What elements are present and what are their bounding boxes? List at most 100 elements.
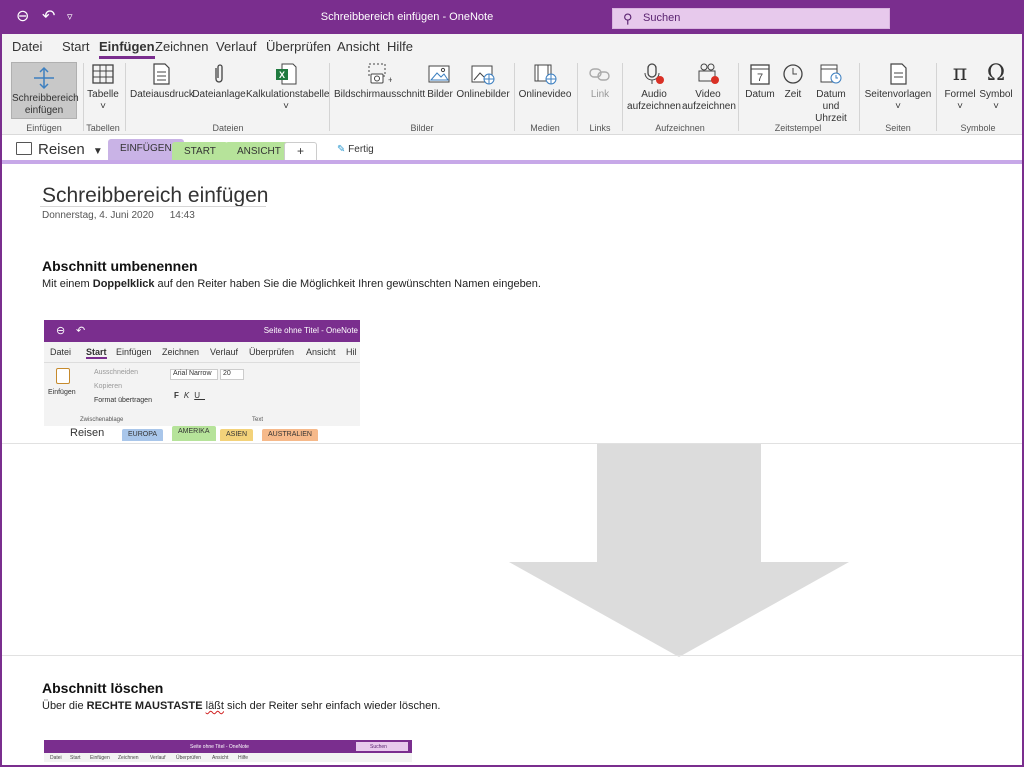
dateianlage-button[interactable]: Dateianlage — [192, 62, 246, 101]
menu-zeichnen[interactable]: Zeichnen — [155, 39, 208, 54]
audio-record-icon — [644, 63, 664, 84]
formel-button[interactable]: π Formel ˅ — [942, 62, 978, 113]
emb-menu: Hil — [346, 347, 357, 357]
rename-paragraph: Mit einem Doppelklick auf den Reiter hab… — [42, 278, 541, 290]
notebook-dropdown[interactable]: Reisen ▼ — [16, 141, 103, 158]
time-text: 14:43 — [169, 210, 195, 221]
group-einfuegen: Einfügen — [26, 123, 62, 133]
section-tab-bar: Reisen ▼ EINFÜGEN START ANSICHT + ✎ Fert… — [2, 135, 1022, 164]
datum-button[interactable]: 7 Datum — [742, 62, 778, 101]
embedded-title: Seite ohne Titel - OneNote — [263, 326, 358, 335]
kalkulationstabelle-button[interactable]: X Kalkulationstabelle ˅ — [246, 62, 330, 113]
emb-menu: Einfügen — [90, 755, 110, 761]
group-dateien: Dateien — [212, 123, 244, 133]
emb-menu: Überprüfen — [176, 755, 202, 761]
group-seiten: Seiten — [885, 123, 911, 133]
pen-icon: ✎ — [337, 144, 346, 155]
section-tab-start[interactable]: START — [172, 142, 228, 160]
bilder-button[interactable]: Bilder — [424, 62, 456, 101]
chevron-down-icon: ˅ — [993, 101, 999, 112]
emb-menu: Überprüfen — [249, 347, 295, 357]
group-tabellen: Tabellen — [86, 123, 120, 133]
bilder-label: Bilder — [427, 89, 453, 100]
seitenvorlagen-button[interactable]: Seitenvorlagen ˅ — [864, 62, 932, 113]
tabelle-button[interactable]: Tabelle ˅ — [86, 62, 120, 113]
bildschirmausschnitt-button[interactable]: + Bildschirmausschnitt — [334, 62, 426, 101]
emb-menu: Hilfe — [238, 755, 249, 761]
svg-text:7: 7 — [757, 72, 763, 84]
pi-icon: π — [952, 61, 968, 86]
menu-ansicht[interactable]: Ansicht — [337, 39, 380, 54]
copy-label: Kopieren — [94, 383, 123, 390]
divider — [514, 63, 515, 131]
page-title[interactable]: Schreibbereich einfügen — [42, 184, 269, 208]
clock-icon — [783, 64, 803, 84]
group-links: Links — [589, 123, 611, 133]
online-video-icon — [534, 64, 557, 85]
quick-access-dropdown-icon[interactable]: ▿ — [67, 8, 73, 26]
bildschirmausschnitt-label: Bildschirmausschnitt — [334, 89, 426, 100]
onlinevideo-button[interactable]: Onlinevideo — [518, 62, 572, 101]
ribbon-tabs: Datei Start Einfügen Zeichnen Verlauf Üb… — [2, 34, 1022, 59]
dateiausdruck-button[interactable]: Dateiausdruck — [130, 62, 194, 101]
menu-hilfe[interactable]: Hilfe — [387, 39, 413, 54]
zeit-button[interactable]: Zeit — [778, 62, 808, 101]
section-tab-ansicht[interactable]: ANSICHT — [225, 142, 293, 160]
spellcheck-word[interactable]: läßt — [206, 700, 224, 712]
video-aufzeichnen-button[interactable]: Video aufzeichnen — [682, 62, 736, 113]
menu-einfuegen[interactable]: Einfügen — [99, 39, 155, 59]
group-label: Zwischenablage — [80, 417, 124, 423]
group-medien: Medien — [530, 123, 560, 133]
delete-paragraph: Über die RECHTE MAUSTASTE läßt sich der … — [42, 700, 440, 712]
menu-ueberpruefen[interactable]: Überprüfen — [266, 39, 331, 54]
link-label: Link — [590, 89, 610, 100]
back-icon[interactable]: ⊖ — [16, 8, 29, 26]
schreibbereich-einfuegen-button[interactable]: Schreibbereich einfügen — [11, 62, 79, 119]
screen-clipping-icon: + — [368, 63, 392, 85]
pictures-icon — [428, 65, 450, 83]
onlinebilder-button[interactable]: Onlinebilder — [456, 62, 510, 101]
group-zeitstempel: Zeitstempel — [774, 123, 822, 133]
emb-section-tab: EUROPA — [122, 429, 164, 441]
attachment-icon — [215, 64, 223, 83]
link-icon — [589, 68, 610, 81]
emb-menu: Start — [86, 347, 107, 359]
symbol-label: Symbol — [979, 89, 1013, 100]
page-canvas[interactable]: Schreibbereich einfügen Donnerstag, 4. J… — [2, 164, 1022, 765]
chevron-down-icon: ˅ — [100, 101, 106, 112]
page-templates-icon — [890, 63, 907, 85]
embedded-title-bar: Seite ohne Titel - OneNote Suchen — [44, 740, 412, 753]
menu-start[interactable]: Start — [62, 39, 89, 54]
embedded-screenshot: ⊖ ↶ Seite ohne Titel - OneNote Datei Sta… — [44, 320, 360, 441]
status-indicator: ✎ Fertig — [337, 144, 374, 155]
format-label: Format übertragen — [94, 397, 152, 404]
embedded-menu: Datei Start Einfügen Zeichnen Verlauf Üb… — [44, 753, 412, 762]
datum-und-uhrzeit-button[interactable]: Datum und Uhrzeit — [808, 62, 854, 125]
schreibbereich-label: Schreibbereich einfügen — [12, 93, 79, 116]
emb-menu: Ansicht — [306, 347, 336, 357]
menu-datei[interactable]: Datei — [12, 39, 42, 54]
link-button[interactable]: Link — [582, 62, 618, 101]
date-text: Donnerstag, 4. Juni 2020 — [42, 210, 154, 221]
menu-verlauf[interactable]: Verlauf — [216, 39, 256, 54]
add-section-button[interactable]: + — [284, 142, 318, 160]
emb-menu: Start — [70, 755, 81, 761]
chevron-down-icon: ˅ — [957, 101, 963, 112]
emb-notebook-name: Reisen — [70, 427, 105, 439]
search-icon: ⚲ — [623, 11, 633, 26]
emb-menu: Zeichnen — [118, 755, 139, 761]
onlinebilder-label: Onlinebilder — [456, 89, 510, 100]
onlinevideo-label: Onlinevideo — [518, 89, 572, 100]
divider — [329, 63, 330, 131]
symbol-button[interactable]: Ω Symbol ˅ — [978, 62, 1014, 113]
paste-icon — [56, 368, 70, 384]
undo-icon[interactable]: ↶ — [42, 8, 55, 26]
audio-aufzeichnen-button[interactable]: Audio aufzeichnen — [626, 62, 682, 113]
text-segment: sich der Reiter sehr einfach wieder lösc… — [223, 700, 441, 712]
kalkulationstabelle-label: Kalkulationstabelle — [246, 89, 330, 100]
search-input[interactable]: ⚲ Suchen — [612, 8, 890, 29]
embedded-screenshot: Seite ohne Titel - OneNote Suchen Datei … — [44, 740, 412, 762]
text-segment: auf den Reiter haben Sie die Möglichkeit… — [154, 278, 541, 290]
emb-section-tab: AUSTRALIEN — [262, 429, 318, 441]
cut-label: Ausschneiden — [94, 369, 138, 376]
